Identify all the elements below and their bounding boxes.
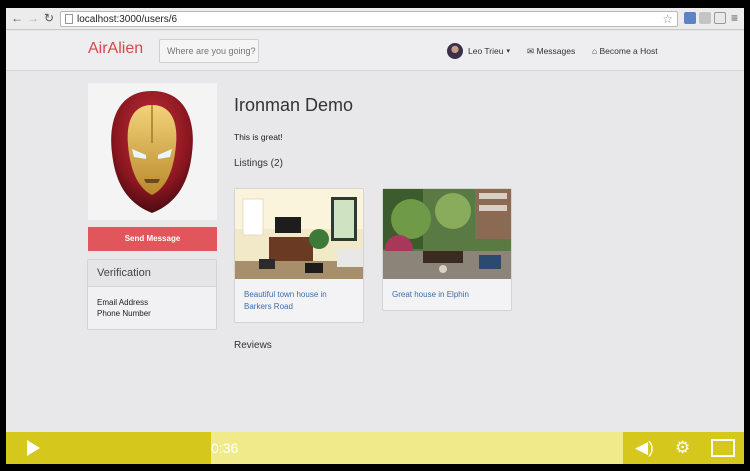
listing-photo[interactable] xyxy=(383,189,511,279)
verification-item: Phone Number xyxy=(97,309,151,318)
search-input[interactable] xyxy=(159,39,259,63)
progress-fill xyxy=(59,432,212,464)
listing-card[interactable]: Great house in Elphin xyxy=(382,188,512,311)
bookmark-star-icon[interactable]: ☆ xyxy=(662,12,673,26)
page-icon xyxy=(65,14,73,24)
bottom-strip xyxy=(6,464,744,471)
play-button[interactable] xyxy=(6,432,59,464)
video-player-bar: 0:36 ◀) ⚙ xyxy=(6,432,744,464)
listing-title[interactable]: Great house in Elphin xyxy=(383,279,511,310)
chrome-menu-icon[interactable]: ≡ xyxy=(731,11,738,25)
caret-down-icon: ▾ xyxy=(506,48,510,55)
pocket-icon[interactable] xyxy=(714,12,726,24)
address-bar[interactable]: localhost:3000/users/6 ☆ xyxy=(60,11,678,27)
listing-photo[interactable] xyxy=(235,189,363,279)
become-host-link[interactable]: ⌂ Become a Host xyxy=(592,46,658,56)
listing-title[interactable]: Beautiful town house in Barkers Road xyxy=(235,279,363,322)
become-host-label: Become a Host xyxy=(599,46,658,56)
extension-icon[interactable] xyxy=(699,12,711,24)
current-time: 0:36 xyxy=(211,440,239,456)
listing-card[interactable]: Beautiful town house in Barkers Road xyxy=(234,188,364,323)
player-controls: ◀) ⚙ xyxy=(623,432,744,464)
messages-link[interactable]: ✉ Messages xyxy=(527,46,575,57)
forward-arrow-icon[interactable]: → xyxy=(26,11,40,25)
user-menu[interactable]: Leo Trieu ▾ xyxy=(447,43,510,59)
site-navbar: AirAlien Leo Trieu ▾ ✉ Messages ⌂ Become… xyxy=(6,31,744,71)
browser-window: ← → ↻ localhost:3000/users/6 ☆ ≡ AirAlie… xyxy=(6,8,744,471)
brand-logo[interactable]: AirAlien xyxy=(88,40,143,58)
progress-track[interactable]: 0:36 xyxy=(59,432,623,464)
home-icon: ⌂ xyxy=(592,46,598,56)
user-name: Leo Trieu xyxy=(468,46,504,56)
profile-avatar xyxy=(88,83,217,220)
about-text: This is great! xyxy=(234,132,283,142)
avatar xyxy=(447,43,463,59)
extension-icon[interactable] xyxy=(684,12,696,24)
envelope-icon: ✉ xyxy=(527,46,535,56)
verification-title: Verification xyxy=(88,260,216,287)
settings-gear-icon[interactable]: ⚙ xyxy=(675,437,690,459)
verification-panel: Verification Email Address Phone Number xyxy=(87,259,217,330)
verification-item: Email Address xyxy=(97,298,149,307)
messages-label: Messages xyxy=(536,46,576,56)
browser-toolbar: ← → ↻ localhost:3000/users/6 ☆ ≡ xyxy=(6,8,744,30)
send-message-button[interactable]: Send Message xyxy=(88,227,217,251)
reviews-heading: Reviews xyxy=(234,340,272,351)
page-title: Ironman Demo xyxy=(234,95,354,115)
listings-heading: Listings (2) xyxy=(234,158,283,169)
volume-icon[interactable]: ◀) xyxy=(635,437,654,459)
back-arrow-icon[interactable]: ← xyxy=(10,11,24,25)
fullscreen-icon[interactable] xyxy=(711,439,735,457)
url-text: localhost:3000/users/6 xyxy=(77,14,178,25)
reload-icon[interactable]: ↻ xyxy=(42,11,56,25)
play-icon xyxy=(27,440,40,456)
